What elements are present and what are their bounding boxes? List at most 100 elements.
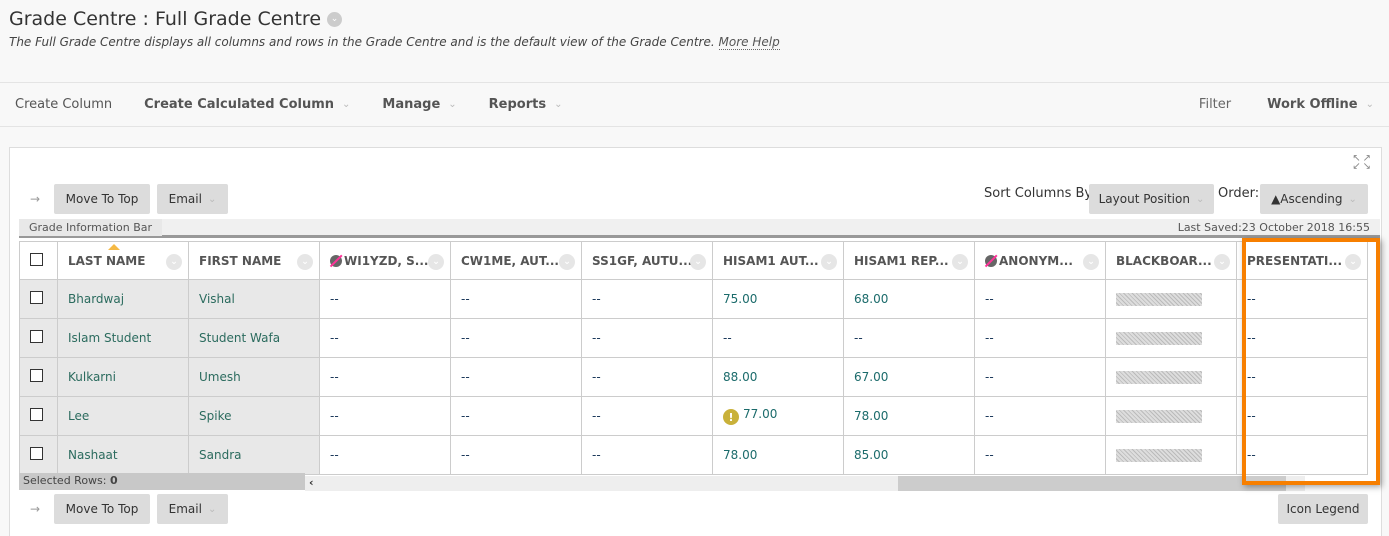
horizontal-scrollbar[interactable]: ‹ [305, 476, 1305, 491]
grade-cell[interactable]: -- [712, 318, 844, 358]
grade-cell[interactable] [1105, 279, 1237, 319]
grade-cell[interactable]: -- [974, 357, 1106, 397]
grade-cell[interactable]: 85.00 [843, 435, 975, 475]
grade-cell[interactable]: 67.00 [843, 357, 975, 397]
row-select-cell[interactable] [19, 435, 58, 475]
first-name-cell[interactable]: Sandra [188, 435, 320, 475]
column-header[interactable]: HISAM1 AUT... ⌄ [712, 241, 844, 280]
grade-cell[interactable]: 78.00 [843, 396, 975, 436]
row-checkbox[interactable] [30, 408, 43, 421]
grade-cell[interactable] [1105, 435, 1237, 475]
column-header[interactable]: PRESENTATI... ⌄ [1236, 241, 1368, 280]
move-to-top-button-bottom[interactable]: Move To Top [54, 494, 150, 524]
chevron-down-icon[interactable]: ⌄ [166, 254, 182, 270]
chevron-down-icon[interactable]: ⌄ [690, 254, 706, 270]
sort-columns-select[interactable]: Layout Position ⌄ [1089, 184, 1214, 214]
last-name-cell[interactable]: Bhardwaj [57, 279, 189, 319]
first-name-cell[interactable]: Student Wafa [188, 318, 320, 358]
column-header[interactable]: LAST NAME ⌄ [57, 241, 189, 280]
grade-cell[interactable]: -- [319, 279, 451, 319]
move-to-top-button[interactable]: Move To Top [54, 184, 150, 214]
grade-cell[interactable]: -- [319, 357, 451, 397]
grade-cell[interactable]: -- [581, 357, 713, 397]
grade-cell[interactable]: -- [581, 396, 713, 436]
email-menu[interactable]: Email ⌄ [157, 184, 228, 214]
last-name-cell[interactable]: Kulkarni [57, 357, 189, 397]
row-checkbox[interactable] [30, 447, 43, 460]
grade-cell[interactable]: -- [581, 318, 713, 358]
email-menu-bottom[interactable]: Email ⌄ [157, 494, 228, 524]
filter-button[interactable]: Filter [1199, 97, 1231, 112]
column-header[interactable]: SS1GF, AUTU... ⌄ [581, 241, 713, 280]
chevron-down-icon[interactable]: ⌄ [297, 254, 313, 270]
last-name-cell[interactable]: Islam Student [57, 318, 189, 358]
scrollbar-thumb[interactable] [898, 476, 1286, 491]
first-name-cell[interactable]: Vishal [188, 279, 320, 319]
column-header[interactable]: HISAM1 REP... ⌄ [843, 241, 975, 280]
grade-cell[interactable]: -- [843, 318, 975, 358]
chevron-down-icon[interactable]: ⌄ [1083, 254, 1099, 270]
grade-cell[interactable]: -- [450, 435, 582, 475]
select-all-checkbox[interactable] [30, 252, 43, 266]
grade-cell[interactable]: -- [974, 396, 1106, 436]
grade-cell[interactable]: -- [450, 396, 582, 436]
grade-cell[interactable] [1105, 318, 1237, 358]
grade-cell[interactable]: 88.00 [712, 357, 844, 397]
grade-cell[interactable]: -- [319, 318, 451, 358]
more-help-link[interactable]: More Help [718, 35, 780, 50]
grade-cell[interactable]: -- [1236, 318, 1368, 358]
grade-cell[interactable]: -- [319, 435, 451, 475]
work-offline-menu[interactable]: Work Offline ⌄ [1267, 97, 1374, 112]
row-checkbox[interactable] [30, 369, 43, 382]
first-name-cell[interactable]: Umesh [188, 357, 320, 397]
column-header[interactable]: CW1ME, AUT... ⌄ [450, 241, 582, 280]
row-select-cell[interactable] [19, 318, 58, 358]
order-select[interactable]: ▲Ascending ⌄ [1260, 184, 1368, 214]
last-name-cell[interactable]: Nashaat [57, 435, 189, 475]
chevron-down-icon[interactable]: ⌄ [1214, 254, 1230, 270]
grade-cell[interactable]: 68.00 [843, 279, 975, 319]
chevron-down-icon[interactable]: ⌄ [327, 11, 343, 27]
grade-cell[interactable]: 75.00 [712, 279, 844, 319]
column-header[interactable]: WI1YZD, S... ⌄ [319, 241, 451, 280]
grade-cell[interactable]: -- [581, 279, 713, 319]
chevron-down-icon[interactable]: ⌄ [428, 254, 444, 270]
select-all-checkbox-cell[interactable] [19, 241, 58, 280]
grade-cell[interactable]: -- [319, 396, 451, 436]
reports-menu[interactable]: Reports ⌄ [489, 97, 563, 112]
manage-menu[interactable]: Manage ⌄ [382, 97, 456, 112]
grade-cell[interactable]: -- [1236, 435, 1368, 475]
column-header[interactable]: ANONYM... ⌄ [974, 241, 1106, 280]
create-calculated-column-menu[interactable]: Create Calculated Column ⌄ [144, 97, 350, 112]
grade-cell[interactable]: -- [974, 279, 1106, 319]
icon-legend-button[interactable]: Icon Legend [1278, 494, 1368, 524]
grade-cell[interactable] [1105, 396, 1237, 436]
grade-cell[interactable]: -- [450, 279, 582, 319]
row-select-cell[interactable] [19, 396, 58, 436]
grade-cell[interactable]: -- [1236, 396, 1368, 436]
grade-cell[interactable]: -- [581, 435, 713, 475]
last-name-cell[interactable]: Lee [57, 396, 189, 436]
column-header[interactable]: BLACKBOAR... ⌄ [1105, 241, 1237, 280]
grade-cell[interactable]: -- [974, 318, 1106, 358]
grade-cell[interactable]: -- [1236, 279, 1368, 319]
column-header[interactable]: FIRST NAME ⌄ [188, 241, 320, 280]
chevron-down-icon[interactable]: ⌄ [952, 254, 968, 270]
row-checkbox[interactable] [30, 330, 43, 343]
grade-cell[interactable]: -- [450, 318, 582, 358]
create-column-button[interactable]: Create Column [15, 97, 112, 112]
grade-cell[interactable]: -- [1236, 357, 1368, 397]
chevron-down-icon[interactable]: ⌄ [1345, 254, 1361, 270]
scroll-left-icon[interactable]: ‹ [309, 476, 314, 489]
grade-cell[interactable]: 78.00 [712, 435, 844, 475]
grade-cell[interactable] [1105, 357, 1237, 397]
grade-cell[interactable]: ! 77.00 [712, 396, 844, 436]
row-select-cell[interactable] [19, 279, 58, 319]
row-checkbox[interactable] [30, 291, 43, 304]
expand-icon[interactable]: ↖↗ ↙↘ [1352, 154, 1373, 172]
grade-cell[interactable]: -- [450, 357, 582, 397]
chevron-down-icon[interactable]: ⌄ [821, 254, 837, 270]
grade-cell[interactable]: -- [974, 435, 1106, 475]
first-name-cell[interactable]: Spike [188, 396, 320, 436]
row-select-cell[interactable] [19, 357, 58, 397]
